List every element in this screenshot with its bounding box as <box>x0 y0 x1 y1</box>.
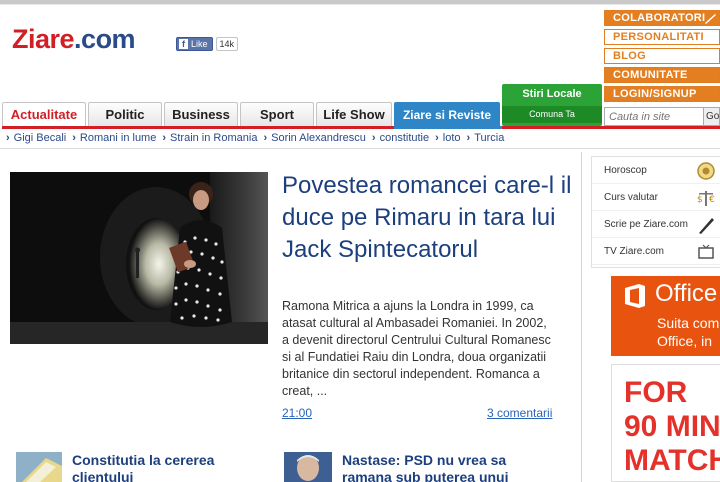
office-logo-icon <box>625 284 645 308</box>
widget-horoscop[interactable]: Horoscop <box>592 157 720 184</box>
story-title-line: Nastase: PSD nu vrea sa <box>342 452 507 468</box>
tv-icon <box>698 244 714 259</box>
main-story-photo[interactable] <box>10 172 268 344</box>
match-ad-line: MATCHI <box>624 444 720 477</box>
widget-tv[interactable]: TV Ziare.com <box>592 238 720 265</box>
widget-curs-valutar[interactable]: Curs valutar $ € <box>592 184 720 211</box>
stiri-locale-title: Stiri Locale <box>522 88 582 100</box>
pencil-icon <box>705 14 716 24</box>
zodiac-icon <box>697 162 715 180</box>
stiri-locale-button[interactable]: Stiri Locale Comuna Ta <box>502 84 602 126</box>
subnav-item[interactable]: Sorin Alexandrescu <box>263 132 366 144</box>
match-ad-line: 90 MIN <box>624 410 720 443</box>
top-border-shadow <box>0 4 720 5</box>
subnav-divider <box>0 148 720 149</box>
story-title-line: clientului <box>72 469 134 482</box>
tab-life-show[interactable]: Life Show <box>316 102 392 126</box>
main-story-time[interactable]: 21:00 <box>282 406 312 420</box>
column-divider <box>581 152 582 482</box>
menu-personalitati-label: PERSONALITATI <box>613 31 704 43</box>
menu-blog[interactable]: BLOG <box>604 48 720 64</box>
tab-business[interactable]: Business <box>164 102 238 126</box>
pen-icon <box>699 218 714 234</box>
person-photo <box>284 452 332 482</box>
facebook-icon: f <box>179 39 188 49</box>
match-ad[interactable]: FOR 90 MIN MATCHI <box>611 364 720 482</box>
facebook-like-widget: f Like 14k <box>176 37 239 51</box>
widget-curs-valutar-label: Curs valutar <box>604 192 658 203</box>
topic-subnav: Gigi Becali Romani in lume Strain in Rom… <box>6 132 510 144</box>
story-thumbnail[interactable] <box>16 452 62 482</box>
tab-sport[interactable]: Sport <box>240 102 314 126</box>
subnav-item[interactable]: Strain in Romania <box>162 132 257 144</box>
site-logo[interactable]: Ziare.com <box>12 24 136 55</box>
tab-ziare-si-reviste[interactable]: Ziare si Reviste <box>394 102 500 126</box>
menu-colaboratori[interactable]: COLABORATORI <box>604 10 720 26</box>
subnav-item[interactable]: Romani in lume <box>72 132 156 144</box>
office-ad-line: Office, in <box>657 333 712 349</box>
document-photo <box>16 452 62 482</box>
currency-scale-icon: $ € <box>697 191 715 206</box>
user-menu: COLABORATORI PERSONALITATI BLOG COMUNITA… <box>604 10 720 105</box>
story-title-line: Constitutia la cererea <box>72 452 215 468</box>
search-input[interactable] <box>604 107 704 126</box>
story-title-line: ramana sub puterea unui <box>342 469 509 482</box>
sidebar-widgets: Horoscop Curs valutar $ € Scrie pe Ziare… <box>591 156 720 268</box>
tab-actualitate[interactable]: Actualitate <box>2 102 86 126</box>
office-ad-line: Suita com <box>657 315 720 331</box>
facebook-like-button[interactable]: f Like <box>176 37 213 51</box>
tab-underline-blue <box>394 126 502 129</box>
menu-colaboratori-label: COLABORATORI <box>613 12 706 24</box>
site-search: Go <box>604 107 720 126</box>
widget-horoscop-label: Horoscop <box>604 165 647 176</box>
menu-comunitate-label: COMUNITATE <box>613 69 688 81</box>
office-ad-title: Office <box>655 280 718 307</box>
svg-text:$: $ <box>697 195 703 205</box>
match-ad-line: FOR <box>624 376 688 409</box>
main-story-headline[interactable]: Povestea romancei care-l il duce pe Rima… <box>282 170 572 266</box>
menu-login-signup[interactable]: LOGIN/SIGNUP <box>604 86 720 102</box>
main-story-summary: Ramona Mitrica a ajuns la Londra in 1999… <box>282 299 551 398</box>
menu-login-label: LOGIN/SIGNUP <box>613 88 697 100</box>
svg-text:€: € <box>709 195 715 205</box>
tab-politic[interactable]: Politic <box>88 102 162 126</box>
stiri-locale-subtitle: Comuna Ta <box>502 106 602 123</box>
search-button[interactable]: Go <box>704 107 720 126</box>
story-thumbnail[interactable] <box>284 452 332 482</box>
facebook-like-label: Like <box>191 39 208 49</box>
subnav-item[interactable]: constitutie <box>372 132 430 144</box>
logo-tld: .com <box>74 24 136 54</box>
menu-comunitate[interactable]: COMUNITATE <box>604 67 720 83</box>
story-title[interactable]: Nastase: PSD nu vrea sa ramana sub puter… <box>342 452 508 482</box>
main-story-comments-link[interactable]: 3 comentarii <box>487 406 552 420</box>
subnav-item[interactable]: Gigi Becali <box>6 132 67 144</box>
main-nav-tabs: Actualitate Politic Business Sport Life … <box>2 102 502 126</box>
tab-underline <box>2 126 720 129</box>
tunnel-woman-photo <box>10 172 268 344</box>
widget-tv-label: TV Ziare.com <box>604 246 665 257</box>
menu-personalitati[interactable]: PERSONALITATI <box>604 29 720 45</box>
subnav-item[interactable]: loto <box>435 132 461 144</box>
logo-brand: Ziare <box>12 24 75 54</box>
story-title[interactable]: Constitutia la cererea clientului <box>72 452 214 482</box>
widget-scrie[interactable]: Scrie pe Ziare.com <box>592 211 720 238</box>
widget-scrie-label: Scrie pe Ziare.com <box>604 219 688 230</box>
facebook-like-count: 14k <box>215 37 239 51</box>
subnav-item[interactable]: Turcia <box>467 132 504 144</box>
office-ad[interactable]: Office Suita com Office, in <box>611 276 720 356</box>
menu-blog-label: BLOG <box>613 50 646 62</box>
